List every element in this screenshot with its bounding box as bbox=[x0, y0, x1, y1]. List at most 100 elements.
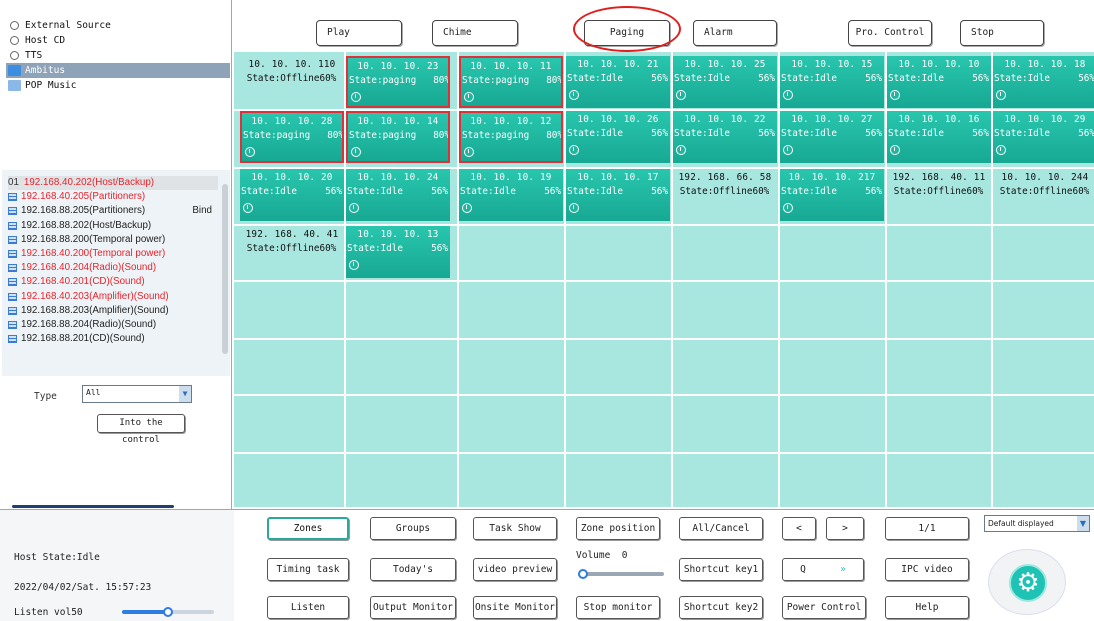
device-item[interactable]: 192.168.88.205(Partitioners) Bind bbox=[8, 204, 218, 218]
panel-divider-handle[interactable] bbox=[12, 505, 174, 508]
zone-tile[interactable]: 10. 10. 10. 26 State:Idle 56% bbox=[566, 111, 670, 163]
timer-clock-icon bbox=[996, 90, 1006, 100]
fast-forward-icon[interactable]: » bbox=[840, 559, 846, 580]
zone-tile[interactable]: 10. 10. 10. 15 State:Idle 56% bbox=[780, 56, 884, 108]
source-item[interactable]: Ambitus bbox=[6, 63, 230, 78]
source-item[interactable]: TTS bbox=[6, 48, 230, 63]
search-icon[interactable]: Q bbox=[800, 559, 806, 580]
todays-button[interactable]: Today's bbox=[370, 558, 456, 581]
zone-tile[interactable]: 10. 10. 10. 18 State:Idle 56% bbox=[993, 56, 1094, 108]
device-item[interactable]: 01 192.168.40.202(Host/Backup) bbox=[8, 176, 218, 191]
zone-ip: 192. 168. 66. 58 bbox=[678, 172, 772, 183]
zone-state-text: State:paging bbox=[462, 130, 530, 141]
chime-button[interactable]: Chime bbox=[432, 20, 518, 46]
settings-button[interactable]: ⚙ bbox=[988, 549, 1066, 615]
volume-slider[interactable] bbox=[578, 569, 664, 579]
all-cancel-button[interactable]: All/Cancel bbox=[679, 517, 763, 540]
output-monitor-button[interactable]: Output Monitor bbox=[370, 596, 456, 619]
prev-page-button[interactable]: < bbox=[782, 517, 816, 540]
device-item[interactable]: 192.168.88.202(Host/Backup) bbox=[8, 219, 218, 233]
dropdown-arrow-icon[interactable]: ▼ bbox=[1077, 516, 1089, 531]
device-item[interactable]: 192.168.88.200(Temporal power) bbox=[8, 233, 218, 247]
zone-tile[interactable]: 10. 10. 10. 244 State:Offline60% bbox=[993, 169, 1094, 221]
display-mode-select[interactable]: Default displayed ▼ bbox=[984, 515, 1090, 532]
groups-button[interactable]: Groups bbox=[370, 517, 456, 540]
zone-tile[interactable]: 10. 10. 10. 16 State:Idle 56% bbox=[887, 111, 991, 163]
scrollbar-thumb[interactable] bbox=[222, 184, 228, 354]
device-item[interactable]: 192.168.88.204(Radio)(Sound) bbox=[8, 318, 218, 332]
zone-tile[interactable]: 10. 10. 10. 22 State:Idle 56% bbox=[673, 111, 777, 163]
listen-button[interactable]: Listen bbox=[267, 596, 349, 619]
ipc-video-button[interactable]: IPC video bbox=[885, 558, 969, 581]
video-preview-button[interactable]: video preview bbox=[473, 558, 557, 581]
onsite-monitor-button[interactable]: Onsite Monitor bbox=[473, 596, 557, 619]
zone-tile[interactable]: 10. 10. 10. 14 State:paging 80% bbox=[346, 111, 450, 163]
zone-tile[interactable]: 10. 10. 10. 12 State:paging 80% bbox=[459, 111, 563, 163]
device-item[interactable]: 192.168.40.203(Amplifier)(Sound) bbox=[8, 290, 218, 304]
zone-tile[interactable]: 10. 10. 10. 29 State:Idle 56% bbox=[993, 111, 1094, 163]
device-list-scrollbar[interactable] bbox=[222, 176, 228, 372]
zone-tile[interactable]: 10. 10. 10. 25 State:Idle 56% bbox=[673, 56, 777, 108]
zone-tile[interactable]: 192. 168. 40. 41 State:Offline60% bbox=[240, 226, 344, 278]
device-item[interactable]: 192.168.40.204(Radio)(Sound) bbox=[8, 261, 218, 275]
zone-tile[interactable]: 10. 10. 10. 27 State:Idle 56% bbox=[780, 111, 884, 163]
device-item[interactable]: 192.168.40.200(Temporal power) bbox=[8, 247, 218, 261]
device-icon bbox=[8, 207, 17, 216]
task-show-button[interactable]: Task Show bbox=[473, 517, 557, 540]
zone-tile[interactable]: 10. 10. 10. 10 State:Idle 56% bbox=[887, 56, 991, 108]
zone-tile[interactable]: 192. 168. 66. 58 State:Offline60% bbox=[673, 169, 777, 221]
zone-position-button[interactable]: Zone position bbox=[576, 517, 660, 540]
zone-tile[interactable]: 10. 10. 10. 11 State:paging 80% bbox=[459, 56, 563, 108]
zone-tile[interactable]: 10. 10. 10. 217 State:Idle 56% bbox=[780, 169, 884, 221]
zone-state: State:Idle 56% bbox=[674, 73, 775, 84]
power-control-button[interactable]: Power Control bbox=[782, 596, 866, 619]
zone-tile[interactable]: 10. 10. 10. 19 State:Idle 56% bbox=[459, 169, 563, 221]
zones-button[interactable]: Zones bbox=[267, 517, 349, 540]
timer-clock-icon bbox=[464, 147, 474, 157]
timer-clock-icon bbox=[243, 203, 253, 213]
next-page-button[interactable]: > bbox=[826, 517, 864, 540]
zone-tile[interactable]: 10. 10. 10. 13 State:Idle 56% bbox=[346, 226, 450, 278]
device-item[interactable]: 192.168.40.205(Partitioners) bbox=[8, 190, 218, 204]
source-item[interactable]: POP Music bbox=[6, 78, 230, 93]
type-select[interactable]: All ▼ bbox=[82, 385, 192, 403]
device-item[interactable]: 192.168.88.201(CD)(Sound) bbox=[8, 332, 218, 346]
alarm-button[interactable]: Alarm bbox=[693, 20, 777, 46]
dropdown-arrow-icon[interactable]: ▼ bbox=[179, 386, 191, 402]
zone-volume: 56% bbox=[651, 73, 668, 84]
listen-volume-slider[interactable] bbox=[122, 607, 214, 617]
listen-volume-knob[interactable] bbox=[163, 607, 173, 617]
gear-icon[interactable]: ⚙ bbox=[1009, 564, 1047, 602]
zone-tile[interactable]: 192. 168. 40. 11 State:Offline60% bbox=[887, 169, 991, 221]
device-icon bbox=[8, 235, 17, 244]
zone-tile[interactable]: 10. 10. 10. 110 State:Offline60% bbox=[240, 56, 344, 108]
stop-button[interactable]: Stop bbox=[960, 20, 1044, 46]
zone-state-text: State:Idle bbox=[567, 128, 623, 139]
shortcut-key2-button[interactable]: Shortcut key2 bbox=[679, 596, 763, 619]
zone-ip: 10. 10. 10. 17 bbox=[577, 172, 659, 183]
zone-state: State:Idle 56% bbox=[241, 186, 342, 197]
device-item[interactable]: 192.168.40.201(CD)(Sound) bbox=[8, 275, 218, 289]
play-button[interactable]: Play bbox=[316, 20, 402, 46]
source-item[interactable]: Host CD bbox=[6, 33, 230, 48]
zone-state-text: State:paging bbox=[243, 130, 311, 141]
device-bind-label[interactable]: Bind bbox=[192, 204, 212, 218]
zone-tile[interactable]: 10. 10. 10. 23 State:paging 80% bbox=[346, 56, 450, 108]
zone-ip: 10. 10. 10. 18 bbox=[1004, 59, 1086, 70]
shortcut-key1-button[interactable]: Shortcut key1 bbox=[679, 558, 763, 581]
device-icon bbox=[8, 250, 17, 259]
into-control-button[interactable]: Into the control bbox=[97, 414, 185, 445]
zone-tile[interactable]: 10. 10. 10. 17 State:Idle 56% bbox=[566, 169, 670, 221]
zone-tile[interactable]: 10. 10. 10. 28 State:paging 80% bbox=[240, 111, 344, 163]
zone-ip: 10. 10. 10. 25 bbox=[684, 59, 766, 70]
zone-tile[interactable]: 10. 10. 10. 20 State:Idle 56% bbox=[240, 169, 344, 221]
zone-tile[interactable]: 10. 10. 10. 24 State:Idle 56% bbox=[346, 169, 450, 221]
pro-control-button[interactable]: Pro. Control bbox=[848, 20, 932, 46]
source-item[interactable]: External Source bbox=[6, 18, 230, 33]
stop-monitor-button[interactable]: Stop monitor bbox=[576, 596, 660, 619]
timing-task-button[interactable]: Timing task bbox=[267, 558, 349, 581]
volume-knob[interactable] bbox=[578, 569, 588, 579]
device-item[interactable]: 192.168.88.203(Amplifier)(Sound) bbox=[8, 304, 218, 318]
zone-tile[interactable]: 10. 10. 10. 21 State:Idle 56% bbox=[566, 56, 670, 108]
help-button[interactable]: Help bbox=[885, 596, 969, 619]
